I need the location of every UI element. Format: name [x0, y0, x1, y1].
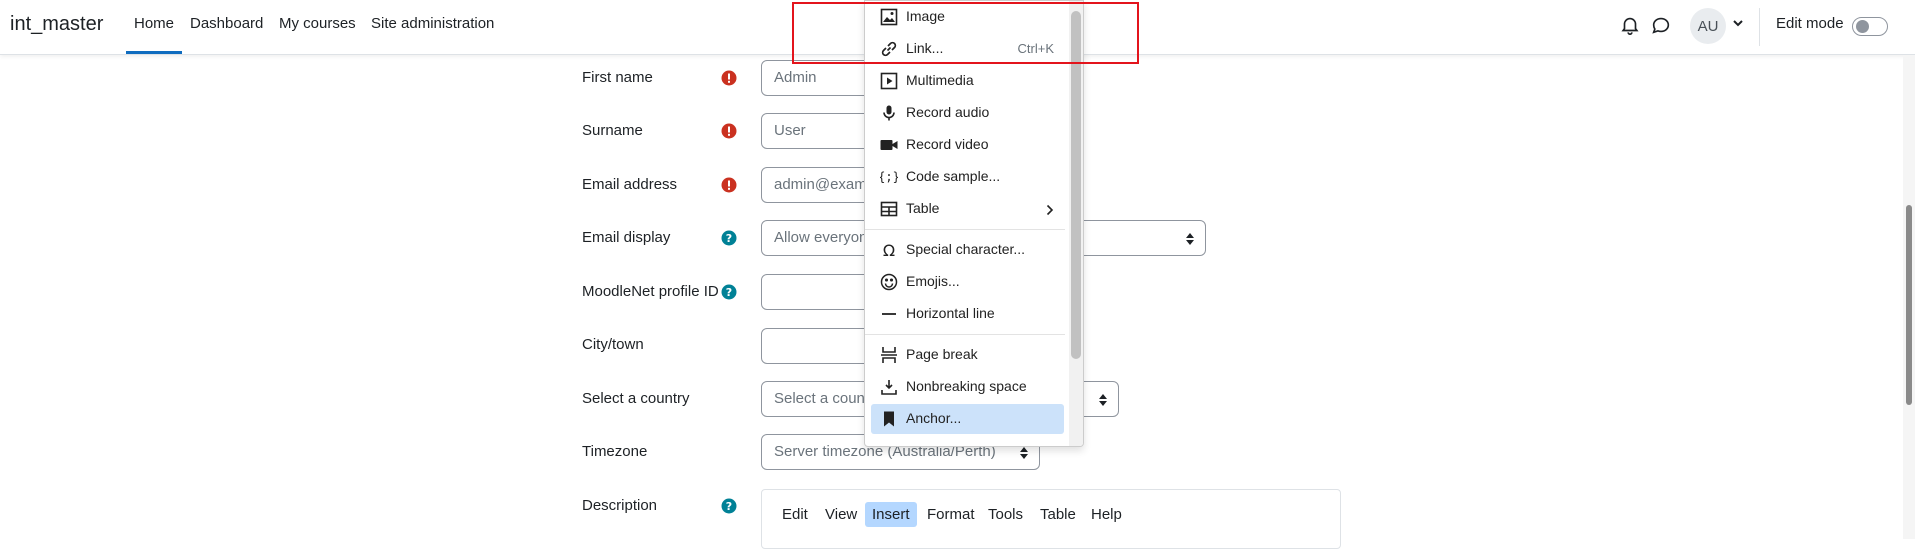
edit-mode-toggle[interactable] [1852, 17, 1888, 36]
menu-item-label: Special character... [906, 241, 1026, 257]
editor-menu-help[interactable]: Help [1084, 502, 1129, 527]
menu-item-label: Page break [906, 346, 978, 362]
horizontal-line-icon [880, 305, 898, 323]
editor-menu-view[interactable]: View [818, 502, 864, 527]
svg-text:Ω: Ω [883, 241, 895, 259]
help-icon[interactable]: ? [721, 284, 737, 300]
table-icon [880, 200, 898, 218]
city-town-label: City/town [582, 336, 644, 353]
edit-mode-label: Edit mode [1776, 15, 1844, 32]
editor-menu-tools[interactable]: Tools [981, 502, 1030, 527]
bookmark-icon [880, 410, 898, 428]
user-avatar[interactable]: AU [1690, 8, 1726, 44]
navbar-divider [1759, 8, 1760, 46]
insert-menu-dropdown: Image Link... Ctrl+K Multimedia Record a… [864, 0, 1084, 447]
microphone-icon [880, 104, 898, 122]
chevron-down-icon[interactable] [1731, 16, 1745, 30]
svg-text:?: ? [726, 500, 732, 513]
nonbreaking-space-icon [880, 378, 898, 396]
required-icon [721, 70, 737, 86]
menu-item-label: Record audio [906, 104, 990, 120]
editor-menu-insert[interactable]: Insert [865, 502, 917, 527]
email-display-value: Allow everyon [774, 229, 868, 246]
select-arrows-icon [1098, 393, 1108, 407]
chevron-right-icon [1046, 203, 1054, 216]
nav-active-indicator [126, 51, 182, 54]
editor-menu-edit[interactable]: Edit [775, 502, 815, 527]
email-address-field[interactable]: admin@exam [761, 167, 881, 203]
notifications-bell-icon[interactable] [1619, 14, 1641, 36]
menu-item-table[interactable]: Table [871, 194, 1064, 224]
menu-item-label: Table [906, 200, 940, 216]
nav-site-administration[interactable]: Site administration [371, 15, 494, 32]
annotation-highlight-box [792, 2, 1139, 64]
menu-item-horizontal-line[interactable]: Horizontal line [871, 299, 1064, 329]
page-scrollbar-thumb[interactable] [1906, 205, 1912, 405]
menu-item-label: Emojis... [906, 273, 960, 289]
svg-text:?: ? [726, 232, 732, 245]
help-icon[interactable]: ? [721, 230, 737, 246]
menu-item-nonbreaking-space[interactable]: Nonbreaking space [871, 372, 1064, 402]
timezone-label: Timezone [582, 443, 648, 460]
country-select-value: Select a coun [774, 390, 865, 407]
menu-item-anchor[interactable]: Anchor... [871, 404, 1064, 434]
messages-chat-icon[interactable] [1650, 14, 1672, 36]
menu-item-special-character[interactable]: Ω Special character... [871, 235, 1064, 265]
menu-item-code-sample[interactable]: {;} Code sample... [871, 162, 1064, 192]
page-scrollbar[interactable] [1903, 55, 1915, 539]
editor-menu-table[interactable]: Table [1033, 502, 1083, 527]
omega-icon: Ω [880, 241, 898, 260]
required-icon [721, 123, 737, 139]
menu-separator [865, 229, 1065, 230]
menu-item-label: Code sample... [906, 168, 1001, 184]
first-name-label: First name [582, 69, 653, 86]
nav-dashboard[interactable]: Dashboard [190, 15, 263, 32]
menu-item-record-audio[interactable]: Record audio [871, 98, 1064, 128]
city-town-field[interactable] [761, 328, 881, 364]
editor-menu-format[interactable]: Format [920, 502, 982, 527]
select-country-label: Select a country [582, 390, 690, 407]
multimedia-icon [880, 72, 898, 90]
menu-item-label: Anchor... [906, 410, 962, 426]
required-icon [721, 177, 737, 193]
nav-my-courses[interactable]: My courses [279, 15, 356, 32]
nav-home[interactable]: Home [134, 15, 174, 32]
emoji-icon [880, 273, 898, 291]
menu-separator [865, 334, 1065, 335]
code-sample-icon: {;} [878, 168, 900, 186]
menu-item-label: Nonbreaking space [906, 378, 1027, 394]
description-label: Description [582, 497, 658, 514]
select-arrows-icon [1019, 446, 1029, 460]
menu-item-multimedia[interactable]: Multimedia [871, 66, 1064, 96]
email-address-label: Email address [582, 176, 678, 193]
menu-item-page-break[interactable]: Page break [871, 340, 1064, 370]
video-camera-icon [880, 136, 898, 154]
menu-item-label: Horizontal line [906, 305, 995, 321]
dropdown-scrollbar[interactable] [1069, 1, 1083, 446]
surname-label: Surname [582, 122, 643, 139]
menu-item-emojis[interactable]: Emojis... [871, 267, 1064, 297]
surname-field[interactable]: User [761, 113, 881, 149]
menu-item-record-video[interactable]: Record video [871, 130, 1064, 160]
site-brand[interactable]: int_master [10, 13, 103, 36]
menu-item-label: Multimedia [906, 72, 974, 88]
svg-text:?: ? [726, 286, 732, 299]
select-arrows-icon [1185, 232, 1195, 246]
first-name-field[interactable]: Admin [761, 60, 881, 96]
moodlenet-profile-id-label: MoodleNet profile ID [582, 283, 719, 300]
svg-text:{;}: {;} [880, 170, 898, 184]
email-display-label: Email display [582, 229, 671, 246]
page-break-icon [880, 346, 898, 364]
menu-item-label: Record video [906, 136, 989, 152]
moodlenet-profile-id-field[interactable] [761, 274, 881, 310]
help-icon[interactable]: ? [721, 498, 737, 514]
